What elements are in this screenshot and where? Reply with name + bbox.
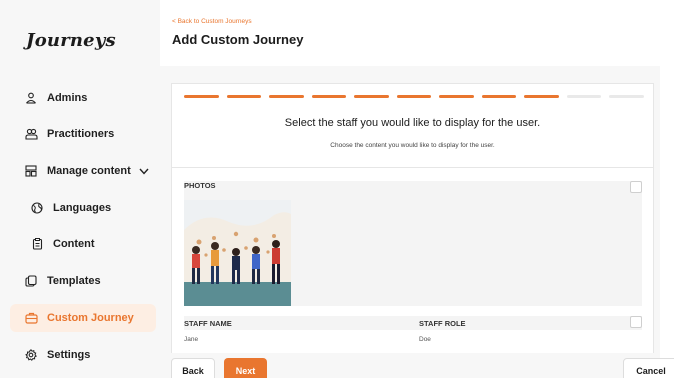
- staff-select-all-checkbox[interactable]: [630, 316, 642, 328]
- briefcase-icon: [24, 311, 38, 325]
- column-header-staff-role: STAFF ROLE: [419, 319, 466, 328]
- progress-step: [311, 95, 346, 98]
- sidebar-item-content[interactable]: Content: [10, 230, 156, 258]
- gear-icon: [24, 348, 38, 362]
- sidebar-item-label: Settings: [47, 349, 91, 361]
- chevron-down-icon[interactable]: [139, 168, 149, 175]
- staff-table-header: STAFF NAME STAFF ROLE: [184, 316, 642, 330]
- sidebar-item-custom-journey[interactable]: Custom Journey: [10, 304, 156, 332]
- sidebar: Journeys Admins Practitioners Manage con…: [0, 0, 160, 378]
- app-logo: Journeys: [26, 30, 116, 51]
- staff-role-cell: Doe: [419, 336, 431, 343]
- copy-icon: [24, 274, 38, 288]
- staff-group-photo: [184, 200, 291, 306]
- progress-step: [269, 95, 304, 98]
- users-icon: [24, 127, 38, 141]
- user-icon: [24, 91, 38, 105]
- back-button[interactable]: Back: [171, 358, 215, 378]
- sidebar-item-label: Admins: [47, 92, 88, 104]
- sidebar-item-label: Manage content: [47, 165, 131, 177]
- sidebar-item-label: Custom Journey: [47, 312, 134, 324]
- column-header-staff-name: STAFF NAME: [184, 319, 232, 328]
- wizard-card: Select the staff you would like to displ…: [171, 83, 654, 353]
- cancel-button[interactable]: Cancel: [623, 358, 674, 378]
- staff-name-cell: Jane: [184, 336, 199, 343]
- progress-step: [184, 95, 219, 98]
- divider: [172, 167, 653, 168]
- step-subtitle: Choose the content you would like to dis…: [330, 142, 495, 149]
- sidebar-item-settings[interactable]: Settings: [10, 341, 156, 369]
- photos-label: PHOTOS: [184, 181, 216, 190]
- progress-step: [524, 95, 559, 98]
- photos-checkbox[interactable]: [630, 181, 642, 193]
- document-icon: [30, 237, 44, 251]
- sidebar-item-templates[interactable]: Templates: [10, 267, 156, 295]
- back-to-custom-journeys-link[interactable]: < Back to Custom Journeys: [172, 18, 252, 25]
- page-header: < Back to Custom Journeys Add Custom Jou…: [160, 10, 674, 66]
- content-icon: [24, 164, 38, 178]
- progress-step: [481, 95, 516, 98]
- sidebar-item-label: Practitioners: [47, 128, 115, 140]
- step-title: Select the staff you would like to displ…: [284, 117, 541, 129]
- sidebar-item-practitioners[interactable]: Practitioners: [10, 120, 156, 148]
- step-progress-bar: [184, 95, 644, 98]
- progress-step: [354, 95, 389, 98]
- sidebar-item-label: Languages: [53, 202, 112, 214]
- sidebar-item-label: Content: [53, 238, 95, 250]
- sidebar-item-admins[interactable]: Admins: [10, 84, 156, 112]
- sidebar-item-languages[interactable]: Languages: [10, 194, 156, 222]
- globe-icon: [30, 201, 44, 215]
- progress-step: [609, 95, 644, 98]
- progress-step: [566, 95, 601, 98]
- progress-step: [396, 95, 431, 98]
- progress-step: [226, 95, 261, 98]
- page-title: Add Custom Journey: [172, 32, 304, 47]
- table-row[interactable]: Jane Doe: [184, 336, 642, 348]
- progress-step: [439, 95, 474, 98]
- sidebar-item-manage-content[interactable]: Manage content: [10, 157, 156, 185]
- sidebar-item-label: Templates: [47, 275, 101, 287]
- photos-section: PHOTOS: [184, 181, 642, 306]
- next-button[interactable]: Next: [224, 358, 267, 378]
